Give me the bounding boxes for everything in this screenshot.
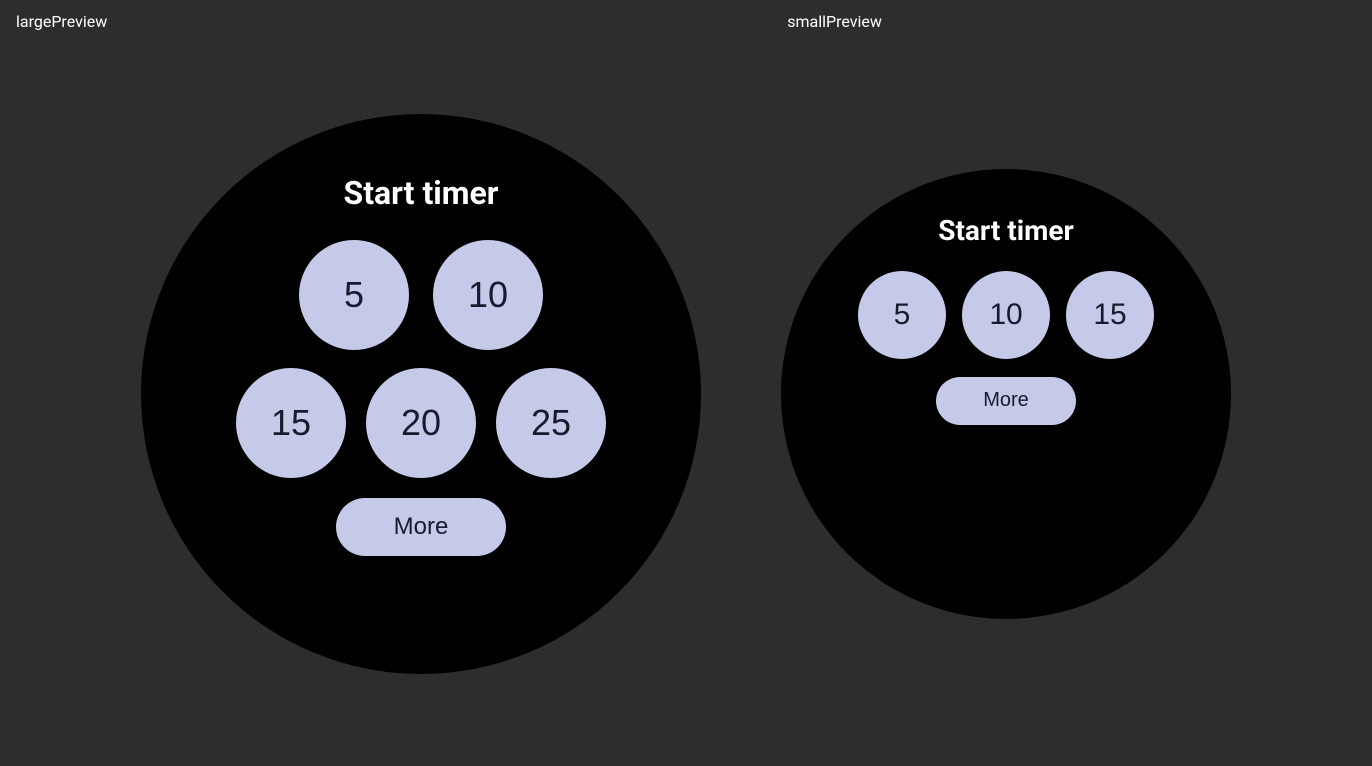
small-timer-btn-10[interactable]: 10 bbox=[962, 271, 1050, 359]
large-timer-btn-25[interactable]: 25 bbox=[496, 368, 606, 478]
large-row-1: 5 10 bbox=[299, 240, 543, 350]
small-row-1: 5 10 15 bbox=[858, 271, 1154, 359]
large-row-2: 15 20 25 bbox=[236, 368, 606, 478]
large-timer-btn-20[interactable]: 20 bbox=[366, 368, 476, 478]
large-preview-label: largePreview bbox=[16, 12, 107, 31]
small-timer-btn-15[interactable]: 15 bbox=[1066, 271, 1154, 359]
large-watch-face: Start timer 5 10 15 20 25 More bbox=[141, 114, 701, 674]
small-timer-btn-5[interactable]: 5 bbox=[858, 271, 946, 359]
large-more-button[interactable]: More bbox=[336, 498, 506, 556]
large-watch-title: Start timer bbox=[344, 174, 499, 212]
small-watch-title: Start timer bbox=[938, 214, 1074, 247]
large-timer-btn-5[interactable]: 5 bbox=[299, 240, 409, 350]
large-timer-btn-10[interactable]: 10 bbox=[433, 240, 543, 350]
small-more-button[interactable]: More bbox=[936, 377, 1076, 425]
small-watch-face: Start timer 5 10 15 More bbox=[781, 169, 1231, 619]
large-timer-btn-15[interactable]: 15 bbox=[236, 368, 346, 478]
small-preview-label: smallPreview bbox=[787, 12, 882, 31]
previews-container: Start timer 5 10 15 20 25 More Start tim… bbox=[0, 31, 1372, 766]
